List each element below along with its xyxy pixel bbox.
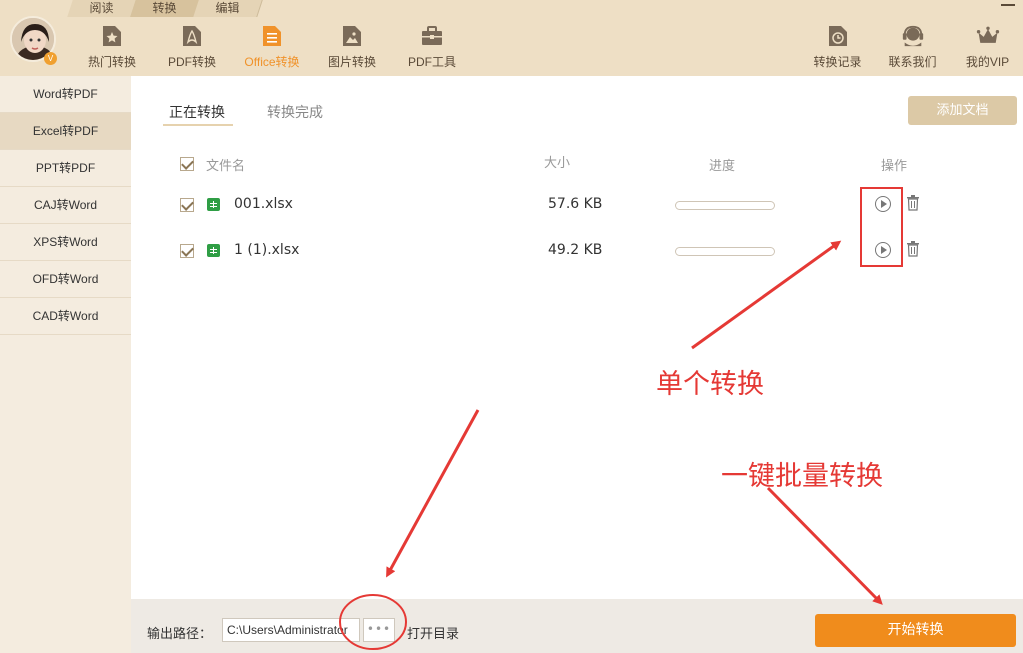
bottom-bar: 输出路径： C:\Users\Administrator ••• 打开目录 开始… (131, 599, 1023, 653)
pdf-icon (180, 22, 204, 50)
vip-badge-icon: V (44, 52, 57, 65)
column-header-name: 文件名 (206, 159, 246, 174)
sidebar-item-excel-to-pdf[interactable]: Excel转PDF (0, 113, 131, 150)
progress-bar (675, 201, 775, 210)
crown-icon (976, 22, 1000, 50)
nav-convert-history[interactable]: 转换记录 (800, 22, 875, 74)
nav-office-convert[interactable]: Office转换 (232, 22, 312, 74)
file-name: 001.xlsx (234, 196, 293, 212)
output-path-label: 输出路径： (147, 627, 213, 642)
mode-tab-convert[interactable]: 转换 (133, 0, 196, 17)
minimize-icon[interactable] (1001, 4, 1015, 6)
annotation-single-convert: 单个转换 (656, 369, 764, 400)
progress-bar (675, 247, 775, 256)
file-size: 57.6 KB (548, 196, 603, 212)
sidebar-item-caj-to-word[interactable]: CAJ转Word (0, 187, 131, 224)
select-all-checkbox[interactable] (180, 157, 194, 171)
tab-completed[interactable]: 转换完成 (267, 102, 323, 122)
row-checkbox[interactable] (180, 198, 194, 212)
main-panel: 正在转换 转换完成 添加文档 文件名 大小 进度 操作 001.xlsx 57.… (131, 76, 1023, 599)
sidebar-item-cad-to-word[interactable]: CAD转Word (0, 298, 131, 335)
clock-doc-icon (826, 22, 850, 50)
nav-pdf-tools[interactable]: PDF工具 (392, 22, 472, 74)
office-doc-icon (260, 22, 284, 50)
top-header: V 阅读 转换 编辑 热门转换 PDF转换 Office转换 图片转换 PDF工… (0, 0, 1023, 76)
nav-contact-us[interactable]: 联系我们 (875, 22, 950, 74)
mode-tabs: 阅读 转换 编辑 (70, 0, 259, 17)
headset-icon (901, 22, 925, 50)
annotation-batch-convert: 一键批量转换 (721, 461, 883, 492)
right-nav: 转换记录 联系我们 我的VIP (800, 22, 1023, 74)
add-document-button[interactable]: 添加文档 (908, 96, 1017, 125)
excel-file-icon (207, 244, 220, 257)
toolbox-icon (420, 22, 444, 50)
sidebar-item-ofd-to-word[interactable]: OFD转Word (0, 261, 131, 298)
sidebar-item-word-to-pdf[interactable]: Word转PDF (0, 76, 131, 113)
row-checkbox[interactable] (180, 244, 194, 258)
column-header-size: 大小 (544, 156, 571, 171)
excel-file-icon (207, 198, 220, 211)
mode-tab-read[interactable]: 阅读 (70, 0, 133, 17)
image-icon (340, 22, 364, 50)
start-convert-button[interactable]: 开始转换 (815, 614, 1016, 647)
column-header-progress: 进度 (709, 159, 736, 174)
nav-my-vip[interactable]: 我的VIP (950, 22, 1023, 74)
sidebar: Word转PDF Excel转PDF PPT转PDF CAJ转Word XPS转… (0, 76, 131, 653)
tab-converting[interactable]: 正在转换 (169, 102, 225, 122)
mode-tab-edit[interactable]: 编辑 (196, 0, 259, 17)
nav-pdf-convert[interactable]: PDF转换 (152, 22, 232, 74)
output-path-field[interactable]: C:\Users\Administrator (222, 618, 360, 642)
file-size: 49.2 KB (548, 242, 603, 258)
sidebar-item-ppt-to-pdf[interactable]: PPT转PDF (0, 150, 131, 187)
star-doc-icon (100, 22, 124, 50)
browse-button[interactable]: ••• (363, 618, 395, 642)
sidebar-item-xps-to-word[interactable]: XPS转Word (0, 224, 131, 261)
nav-image-convert[interactable]: 图片转换 (312, 22, 392, 74)
open-directory-link[interactable]: 打开目录 (407, 623, 459, 642)
delete-icon[interactable] (906, 195, 920, 211)
main-nav: 热门转换 PDF转换 Office转换 图片转换 PDF工具 (72, 22, 472, 74)
highlight-box (860, 187, 903, 267)
delete-icon[interactable] (906, 241, 920, 257)
file-name: 1 (1).xlsx (234, 242, 300, 258)
tab-underline (163, 124, 233, 126)
nav-hot-convert[interactable]: 热门转换 (72, 22, 152, 74)
column-header-action: 操作 (881, 159, 908, 174)
